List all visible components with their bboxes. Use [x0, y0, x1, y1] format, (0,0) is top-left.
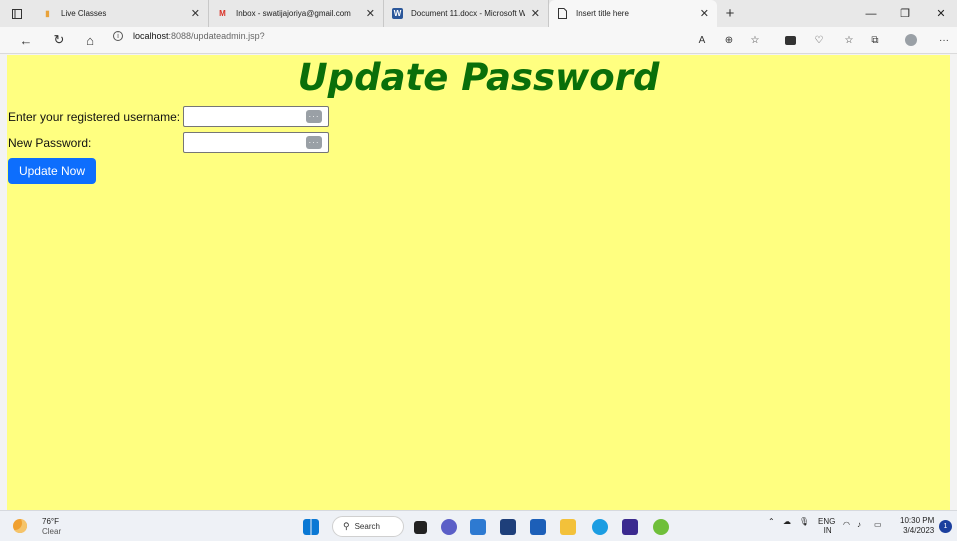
address-bar[interactable]: i localhost:8088/updateadmin.jsp? — [113, 31, 265, 41]
tab-live-classes[interactable]: ▮ Live Classes ✕ — [34, 0, 209, 27]
read-aloud-icon[interactable]: A — [693, 30, 711, 50]
battery-icon[interactable]: ▭ — [874, 520, 882, 529]
chat-icon[interactable] — [441, 519, 457, 535]
word-icon: W — [392, 8, 403, 19]
settings-app-icon[interactable] — [470, 519, 486, 535]
tab-actions-button[interactable] — [0, 0, 34, 27]
wifi-icon[interactable]: ◠ — [843, 520, 850, 529]
weather-condition[interactable]: Clear — [42, 527, 61, 536]
favorite-star-icon[interactable]: ☆ — [746, 30, 764, 50]
clock-time: 10:30 PM — [900, 516, 935, 525]
weather-temperature[interactable]: 76°F — [42, 517, 59, 526]
notification-badge[interactable]: 1 — [939, 520, 952, 533]
mail-icon[interactable] — [530, 519, 546, 535]
app-icon[interactable] — [653, 519, 669, 535]
url-host: localhost — [133, 31, 169, 41]
tab-actions-icon — [12, 8, 22, 19]
restore-button[interactable]: ❐ — [890, 0, 920, 27]
back-arrow-icon: ← — [19, 32, 33, 48]
new-tab-button[interactable]: + — [717, 0, 743, 27]
close-window-button[interactable]: ✕ — [926, 0, 956, 27]
restore-icon: ❐ — [900, 8, 910, 20]
home-button[interactable]: ⌂ — [78, 28, 102, 52]
close-tab-icon[interactable]: ✕ — [700, 7, 709, 20]
tab-title: Document 11.docx - Microsoft W — [411, 9, 525, 18]
back-button[interactable]: ← — [14, 28, 38, 52]
taskbar-search[interactable]: ⚲ Search — [332, 516, 404, 537]
tab-insert-title[interactable]: Insert title here ✕ — [549, 0, 717, 27]
search-label: Search — [354, 522, 380, 531]
browser-essentials-icon[interactable]: ♡ — [810, 30, 828, 50]
update-now-button[interactable]: Update Now — [8, 158, 96, 184]
collections-icon[interactable]: ⧉ — [866, 30, 884, 50]
plus-icon: + — [725, 5, 735, 22]
page-icon — [557, 8, 568, 19]
volume-icon[interactable]: ♪ — [857, 520, 861, 529]
edge-icon[interactable] — [592, 519, 608, 535]
site-info-icon[interactable]: i — [113, 31, 123, 41]
extension-icon[interactable] — [781, 30, 799, 50]
home-icon: ⌂ — [86, 32, 94, 48]
search-icon: ⚲ — [343, 521, 350, 531]
live-classes-icon: ▮ — [45, 9, 50, 18]
minimize-button[interactable]: — — [856, 0, 886, 27]
calculator-icon[interactable] — [500, 519, 516, 535]
new-password-label: New Password: — [8, 136, 92, 150]
tab-title: Insert title here — [576, 9, 629, 18]
start-icon[interactable] — [303, 519, 319, 535]
zoom-icon[interactable]: ⊕ — [720, 30, 738, 50]
close-tab-icon[interactable]: ✕ — [531, 7, 540, 20]
language-label: ENG — [818, 517, 836, 526]
gmail-icon: M — [219, 9, 226, 18]
minimize-icon: — — [865, 7, 877, 20]
eclipse-icon[interactable] — [622, 519, 638, 535]
microphone-icon[interactable]: 🎙 — [799, 517, 809, 526]
tab-strip: ▮ Live Classes ✕ M Inbox - swatijajoriya… — [0, 0, 957, 27]
page-body: Update Password Enter your registered us… — [7, 55, 950, 510]
refresh-button[interactable]: ↻ — [47, 28, 71, 52]
tab-title: Live Classes — [61, 9, 107, 18]
url-path: :8088/updateadmin.jsp? — [168, 31, 265, 41]
tab-title: Inbox - swatijajoriya@gmail.com — [236, 9, 351, 18]
tab-inbox[interactable]: M Inbox - swatijajoriya@gmail.com ✕ — [209, 0, 384, 27]
file-explorer-icon[interactable] — [560, 519, 576, 535]
tab-document[interactable]: W Document 11.docx - Microsoft W ✕ — [384, 0, 549, 27]
close-icon: ✕ — [936, 8, 946, 20]
clock-date: 3/4/2023 — [903, 526, 935, 535]
page-title: Update Password — [297, 56, 660, 99]
task-view-icon[interactable] — [414, 521, 427, 534]
profile-avatar[interactable] — [902, 30, 920, 50]
language-indicator[interactable]: ENG IN — [818, 517, 835, 535]
show-hidden-icons[interactable]: ⌃ — [768, 517, 775, 526]
close-tab-icon[interactable]: ✕ — [191, 7, 200, 20]
close-tab-icon[interactable]: ✕ — [366, 7, 375, 20]
refresh-icon: ↻ — [53, 32, 65, 47]
cloud-icon[interactable]: ☁ — [783, 517, 791, 526]
password-manager-icon[interactable]: ··· — [306, 136, 322, 149]
moon-weather-icon[interactable] — [13, 519, 27, 533]
taskbar: 76°F Clear ⚲ Search ⌃ ☁ 🎙 ENG IN ◠ ♪ ▭ 1… — [0, 510, 957, 541]
username-label: Enter your registered username: — [8, 110, 181, 124]
password-manager-icon[interactable]: ··· — [306, 110, 322, 123]
more-menu-icon[interactable]: ··· — [935, 30, 953, 50]
favorites-list-icon[interactable]: ☆ — [840, 30, 858, 50]
region-label: IN — [823, 526, 832, 535]
clock[interactable]: 10:30 PM 3/4/2023 — [900, 516, 934, 536]
